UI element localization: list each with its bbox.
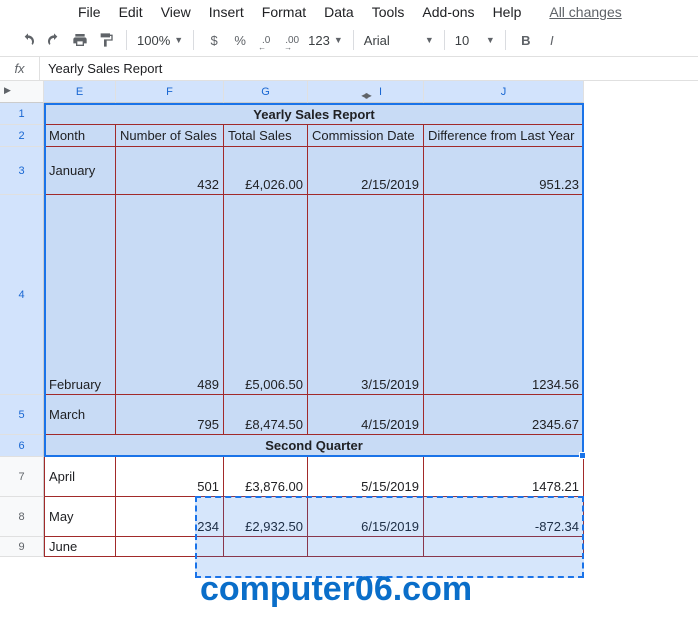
q2-title-cell[interactable]: Second Quarter (44, 435, 584, 457)
col-header-G[interactable]: G (224, 81, 308, 103)
increase-decimal-button[interactable]: .00 → (282, 30, 302, 50)
cell-commdate[interactable]: 2/15/2019 (308, 147, 424, 195)
format-123-button[interactable]: 123 ▼ (308, 33, 343, 48)
cell-commdate[interactable]: 5/15/2019 (308, 457, 424, 497)
cell-month[interactable]: May (44, 497, 116, 537)
row-header-7[interactable]: 7 (0, 457, 44, 497)
header-totalsales[interactable]: Total Sales (224, 125, 308, 147)
cell-numsales[interactable]: 432 (116, 147, 224, 195)
undo-icon[interactable] (18, 30, 38, 50)
row-header-3[interactable]: 3 (0, 147, 44, 195)
separator (193, 30, 194, 50)
col-header-I[interactable]: ◀ ▶ I (308, 81, 424, 103)
cell-diff[interactable]: 1478.21 (424, 457, 584, 497)
header-diff[interactable]: Difference from Last Year (424, 125, 584, 147)
zoom-select[interactable]: 100% ▼ (137, 33, 183, 48)
font-select[interactable]: Arial ▼ (364, 33, 434, 48)
menu-tools[interactable]: Tools (372, 4, 405, 20)
formula-bar: fx Yearly Sales Report (0, 57, 698, 81)
row-header-5[interactable]: 5 (0, 395, 44, 435)
italic-button[interactable]: I (542, 30, 562, 50)
separator (353, 30, 354, 50)
col-header-F[interactable]: F (116, 81, 224, 103)
bold-button[interactable]: B (516, 30, 536, 50)
cell-month[interactable]: February (44, 195, 116, 395)
cell-diff[interactable]: 951.23 (424, 147, 584, 195)
table-title-cell[interactable]: Yearly Sales Report (44, 103, 584, 125)
percent-button[interactable]: % (230, 30, 250, 50)
separator (126, 30, 127, 50)
cell-commdate[interactable]: 4/15/2019 (308, 395, 424, 435)
zoom-value: 100% (137, 33, 170, 48)
cell-diff[interactable]: 2345.67 (424, 395, 584, 435)
decrease-decimal-button[interactable]: .0 ← (256, 30, 276, 50)
select-all-corner[interactable]: ▶ (0, 81, 44, 103)
redo-icon[interactable] (44, 30, 64, 50)
row-header-6[interactable]: 6 (0, 435, 44, 457)
cell-numsales[interactable]: 489 (116, 195, 224, 395)
row-header-4[interactable]: 4 (0, 195, 44, 395)
menu-file[interactable]: File (78, 4, 101, 20)
formula-input[interactable]: Yearly Sales Report (40, 57, 698, 80)
row-header-1[interactable]: 1 (0, 103, 44, 125)
menu-view[interactable]: View (161, 4, 191, 20)
menu-edit[interactable]: Edit (119, 4, 143, 20)
clipboard-selection (195, 496, 584, 578)
cell-month[interactable]: June (44, 537, 116, 557)
rows-container: 1 Yearly Sales Report 2 Month Number of … (0, 103, 698, 557)
chevron-down-icon: ▼ (486, 35, 495, 45)
chevron-down-icon: ▼ (334, 35, 343, 45)
row-header-8[interactable]: 8 (0, 497, 44, 537)
all-changes-link[interactable]: All changes (549, 4, 621, 20)
print-icon[interactable] (70, 30, 90, 50)
cell-numsales[interactable]: 501 (116, 457, 224, 497)
currency-button[interactable]: $ (204, 30, 224, 50)
col-header-J[interactable]: J (424, 81, 584, 103)
spreadsheet-grid: ▶ E F G ◀ ▶ I J 1 Yearly Sales Report 2 … (0, 81, 698, 557)
fx-label: fx (0, 57, 40, 80)
cell-totalsales[interactable]: £4,026.00 (224, 147, 308, 195)
column-headers: ▶ E F G ◀ ▶ I J (0, 81, 698, 103)
menubar: File Edit View Insert Format Data Tools … (0, 0, 698, 24)
col-header-E[interactable]: E (44, 81, 116, 103)
header-numsales[interactable]: Number of Sales (116, 125, 224, 147)
chevron-down-icon: ▼ (174, 35, 183, 45)
cell-month[interactable]: January (44, 147, 116, 195)
menu-addons[interactable]: Add-ons (422, 4, 474, 20)
menu-data[interactable]: Data (324, 4, 354, 20)
cell-numsales[interactable]: 795 (116, 395, 224, 435)
font-size-select[interactable]: 10 ▼ (455, 33, 495, 48)
header-commdate[interactable]: Commission Date (308, 125, 424, 147)
chevron-down-icon: ▼ (425, 35, 434, 45)
row-header-2[interactable]: 2 (0, 125, 44, 147)
separator (505, 30, 506, 50)
menu-format[interactable]: Format (262, 4, 306, 20)
paint-format-icon[interactable] (96, 30, 116, 50)
header-month[interactable]: Month (44, 125, 116, 147)
cell-totalsales[interactable]: £3,876.00 (224, 457, 308, 497)
cell-diff[interactable]: 1234.56 (424, 195, 584, 395)
cell-commdate[interactable]: 3/15/2019 (308, 195, 424, 395)
menu-help[interactable]: Help (493, 4, 522, 20)
menu-insert[interactable]: Insert (209, 4, 244, 20)
cell-totalsales[interactable]: £5,006.50 (224, 195, 308, 395)
separator (444, 30, 445, 50)
cell-totalsales[interactable]: £8,474.50 (224, 395, 308, 435)
hidden-col-indicator-icon[interactable]: ◀ ▶ (361, 85, 370, 107)
row-header-9[interactable]: 9 (0, 537, 44, 557)
cell-month[interactable]: April (44, 457, 116, 497)
cell-month[interactable]: March (44, 395, 116, 435)
toolbar: 100% ▼ $ % .0 ← .00 → 123 ▼ Arial ▼ 10 ▼… (0, 24, 698, 57)
